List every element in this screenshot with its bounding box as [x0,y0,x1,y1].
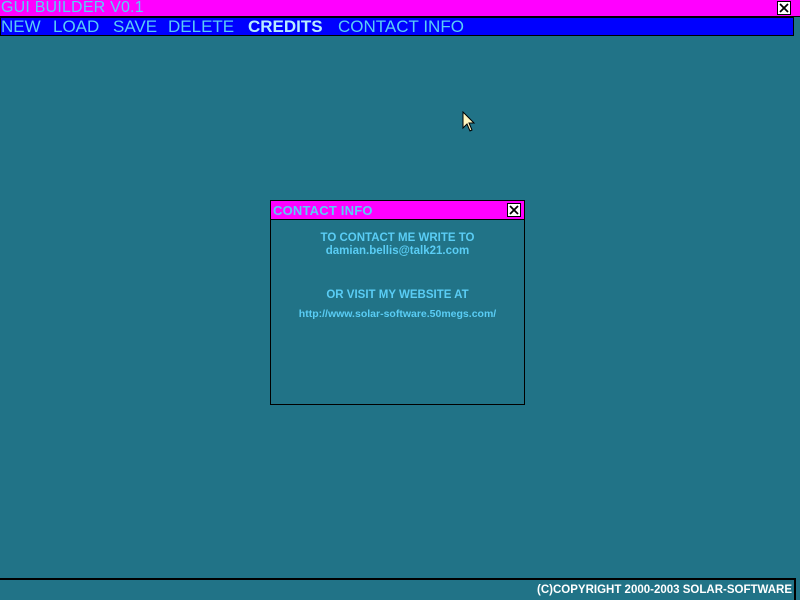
contact-instruction: TO CONTACT ME WRITE TO [320,232,475,244]
status-bar: (C)COPYRIGHT 2000-2003 SOLAR-SOFTWARE [0,578,796,600]
menu-item-save[interactable]: SAVE [113,18,157,36]
menu-item-delete[interactable]: DELETE [168,18,234,36]
menu-item-new[interactable]: NEW [1,18,41,36]
website-instruction: OR VISIT MY WEBSITE AT [326,289,469,301]
menu-item-credits[interactable]: CREDITS [248,18,323,36]
menu-item-load[interactable]: LOAD [53,18,99,36]
copyright-text: (C)COPYRIGHT 2000-2003 SOLAR-SOFTWARE [537,584,792,596]
dialog-close-button[interactable] [507,203,521,217]
contact-info-dialog: CONTACT INFO TO CONTACT ME WRITE TO dami… [270,200,525,405]
close-icon [509,205,519,215]
dialog-title-bar[interactable]: CONTACT INFO [271,201,524,220]
app-title: GUI BUILDER V0.1 [1,0,144,16]
close-icon [779,3,789,13]
menu-bar: NEW LOAD SAVE DELETE CREDITS CONTACT INF… [0,17,794,36]
app-title-bar: GUI BUILDER V0.1 [0,0,800,17]
dialog-title: CONTACT INFO [273,203,373,218]
app-close-button[interactable] [777,1,791,15]
desktop: GUI BUILDER V0.1 NEW LOAD SAVE DELETE CR… [0,0,800,600]
menu-item-contact-info[interactable]: CONTACT INFO [338,18,464,36]
mouse-pointer-icon [462,110,476,138]
contact-email: damian.bellis@talk21.com [325,245,470,257]
website-url: http://www.solar-software.50megs.com/ [298,308,497,320]
